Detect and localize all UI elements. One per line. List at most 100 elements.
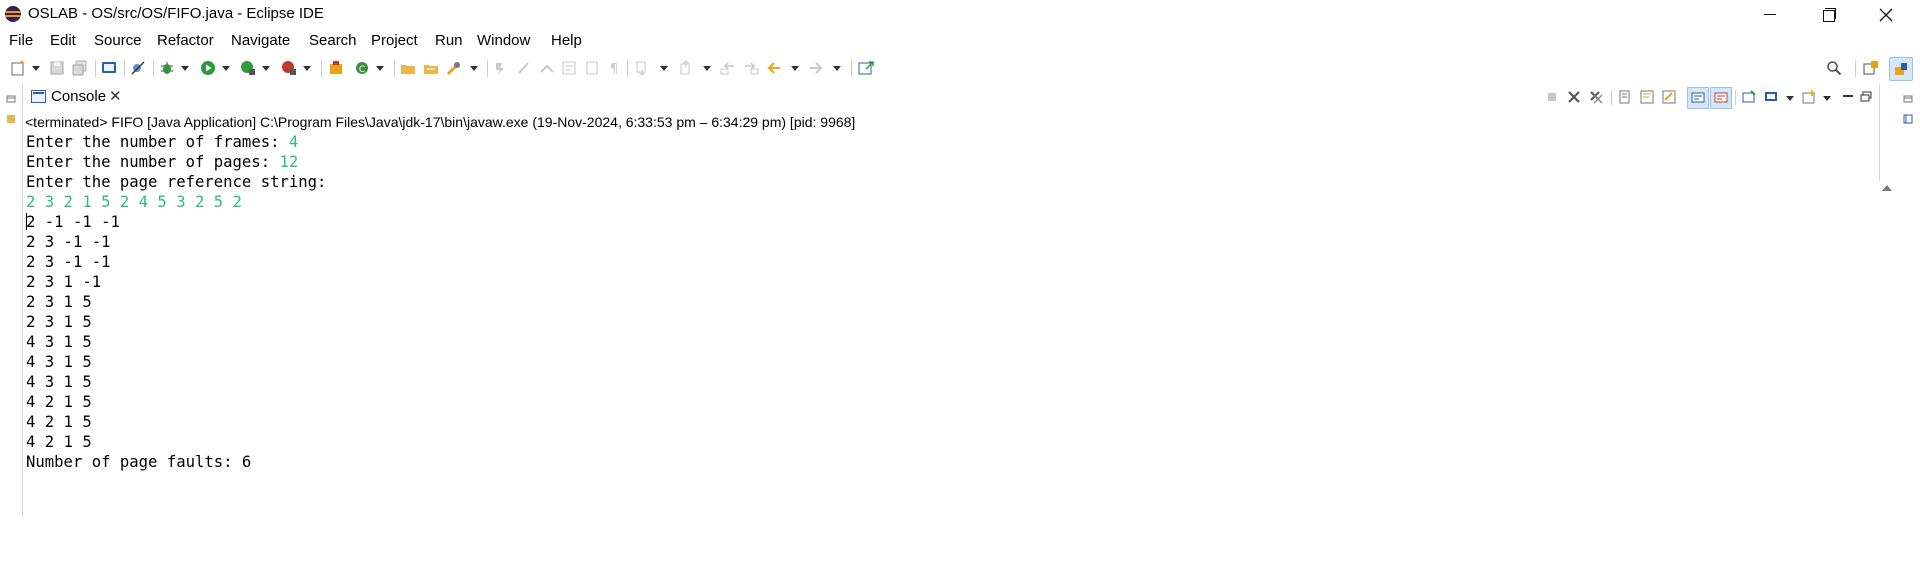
console-line: Number of page faults: 6	[26, 452, 326, 472]
coverage-icon[interactable]	[240, 60, 256, 76]
console-line: 2 3 -1 -1	[26, 252, 326, 272]
word-wrap-icon[interactable]	[561, 60, 577, 76]
console-status-line: <terminated> FIFO [Java Application] C:\…	[25, 114, 856, 130]
terminal-icon[interactable]	[101, 60, 117, 76]
menu-navigate[interactable]: Navigate	[231, 32, 290, 49]
open-console-dropdown-icon[interactable]	[1823, 96, 1831, 101]
word-wrap-console-icon[interactable]	[1640, 90, 1654, 104]
save-all-icon[interactable]	[72, 60, 88, 76]
clear-console-icon[interactable]	[1662, 90, 1676, 104]
java-perspective-button[interactable]	[1889, 57, 1913, 81]
open-perspective-icon[interactable]	[1863, 60, 1879, 76]
next-annotation-dropdown-icon[interactable]	[660, 66, 668, 71]
display-console-dropdown-icon[interactable]	[1786, 96, 1794, 101]
last-edit-location-icon[interactable]	[720, 60, 736, 76]
menu-refactor[interactable]: Refactor	[157, 32, 214, 49]
console-line: Enter the page reference string:	[26, 172, 326, 192]
close-window-button[interactable]	[1864, 0, 1908, 29]
search-icon[interactable]	[1826, 60, 1842, 76]
close-console-tab-button[interactable]: ✕	[109, 87, 122, 105]
back-icon[interactable]	[766, 60, 782, 76]
open-console-icon[interactable]	[1802, 90, 1816, 104]
restore-view-icon[interactable]	[6, 94, 16, 104]
toggle-block-selection-icon[interactable]	[539, 60, 555, 76]
toggle-breadcrumb-icon[interactable]	[516, 60, 532, 76]
run-icon[interactable]	[200, 60, 216, 76]
menu-project[interactable]: Project	[371, 32, 418, 49]
run-dropdown-icon[interactable]	[222, 66, 230, 71]
forward-history-icon[interactable]	[743, 60, 759, 76]
console-output-text[interactable]: Enter the number of frames: 4 Enter the n…	[26, 132, 326, 472]
restore-button[interactable]	[1806, 0, 1850, 29]
java-perspective-icon	[1895, 63, 1907, 75]
new-class-dropdown-icon[interactable]	[376, 66, 384, 71]
minimize-view-icon[interactable]	[1841, 90, 1855, 104]
console-line: 2 -1 -1 -1	[26, 212, 326, 232]
console-user-input: 2 3 2 1 5 2 4 5 3 2 5 2	[26, 193, 242, 211]
previous-annotation-icon[interactable]	[678, 60, 694, 76]
remove-launch-icon[interactable]	[1567, 90, 1581, 104]
package-explorer-icon[interactable]	[6, 114, 16, 124]
console-line: 4 3 1 5	[26, 332, 326, 352]
console-output-area[interactable]: Enter the number of frames: 4 Enter the n…	[23, 132, 1897, 565]
console-output-segment: Enter the page reference string:	[26, 173, 327, 191]
save-icon[interactable]	[49, 60, 65, 76]
debug-dropdown-icon[interactable]	[181, 66, 189, 71]
console-output-segment: 2 -1 -1 -1	[26, 213, 120, 231]
show-console-stdout-button[interactable]	[1687, 87, 1709, 109]
console-line: 4 2 1 5	[26, 412, 326, 432]
new-java-project-icon[interactable]	[328, 60, 344, 76]
coverage-dropdown-icon[interactable]	[262, 66, 270, 71]
console-vertical-scrollbar[interactable]	[1877, 181, 1897, 565]
console-line: 4 2 1 5	[26, 432, 326, 452]
console-line: 4 2 1 5	[26, 392, 326, 412]
console-output-segment: 4 3 1 5	[26, 373, 92, 391]
minimize-button[interactable]	[1748, 0, 1792, 29]
search-toolbar-icon[interactable]	[446, 60, 462, 76]
new-dropdown-icon[interactable]	[32, 66, 40, 71]
forward-icon[interactable]	[808, 60, 824, 76]
external-tools-dropdown-icon[interactable]	[303, 66, 311, 71]
new-class-icon[interactable]: C	[354, 60, 370, 76]
console-line: 2 3 1 5	[26, 292, 326, 312]
scroll-up-arrow-icon[interactable]	[1882, 185, 1892, 191]
outline-icon[interactable]	[1903, 114, 1913, 124]
next-annotation-icon[interactable]	[634, 60, 650, 76]
menu-run[interactable]: Run	[435, 32, 463, 49]
show-whitespace-icon[interactable]	[584, 60, 600, 76]
console-line: 2 3 -1 -1	[26, 232, 326, 252]
console-view: Console ✕ <terminated> FIFO [Java Applic…	[22, 84, 1897, 565]
console-output-segment: 4 3 1 5	[26, 353, 92, 371]
console-line: 4 3 1 5	[26, 372, 326, 392]
external-tools-icon[interactable]	[281, 60, 297, 76]
remove-all-terminated-icon[interactable]	[1589, 90, 1603, 104]
skip-breakpoints-icon[interactable]	[130, 60, 146, 76]
menu-search[interactable]: Search	[309, 32, 357, 49]
back-dropdown-icon[interactable]	[791, 66, 799, 71]
menu-help[interactable]: Help	[551, 32, 582, 49]
scroll-lock-icon[interactable]	[1618, 90, 1632, 104]
toggle-mark-occurrences-icon[interactable]	[493, 60, 509, 76]
forward-dropdown-icon[interactable]	[833, 66, 841, 71]
pin-console-icon[interactable]	[1742, 90, 1756, 104]
show-pilcrow-icon[interactable]: ¶	[606, 60, 622, 76]
debug-icon[interactable]	[159, 60, 175, 76]
open-task-icon[interactable]	[423, 60, 439, 76]
pin-editor-icon[interactable]	[858, 60, 874, 76]
tab-console[interactable]: Console ✕	[27, 86, 122, 108]
console-line: 2 3 1 -1	[26, 272, 326, 292]
open-type-icon[interactable]	[400, 60, 416, 76]
maximize-view-icon[interactable]	[1859, 90, 1873, 104]
menu-source[interactable]: Source	[94, 32, 142, 49]
show-console-stderr-button[interactable]	[1710, 87, 1732, 109]
display-selected-console-icon[interactable]	[1764, 90, 1778, 104]
menu-file[interactable]: File	[9, 32, 33, 49]
restore-right-view-icon[interactable]	[1903, 94, 1913, 104]
new-icon[interactable]	[10, 60, 26, 76]
search-dropdown-icon[interactable]	[470, 66, 478, 71]
menu-window[interactable]: Window	[477, 32, 530, 49]
eclipse-logo-icon	[5, 6, 21, 22]
menu-edit[interactable]: Edit	[50, 32, 76, 49]
previous-annotation-dropdown-icon[interactable]	[703, 66, 711, 71]
terminate-icon[interactable]	[1545, 90, 1559, 104]
